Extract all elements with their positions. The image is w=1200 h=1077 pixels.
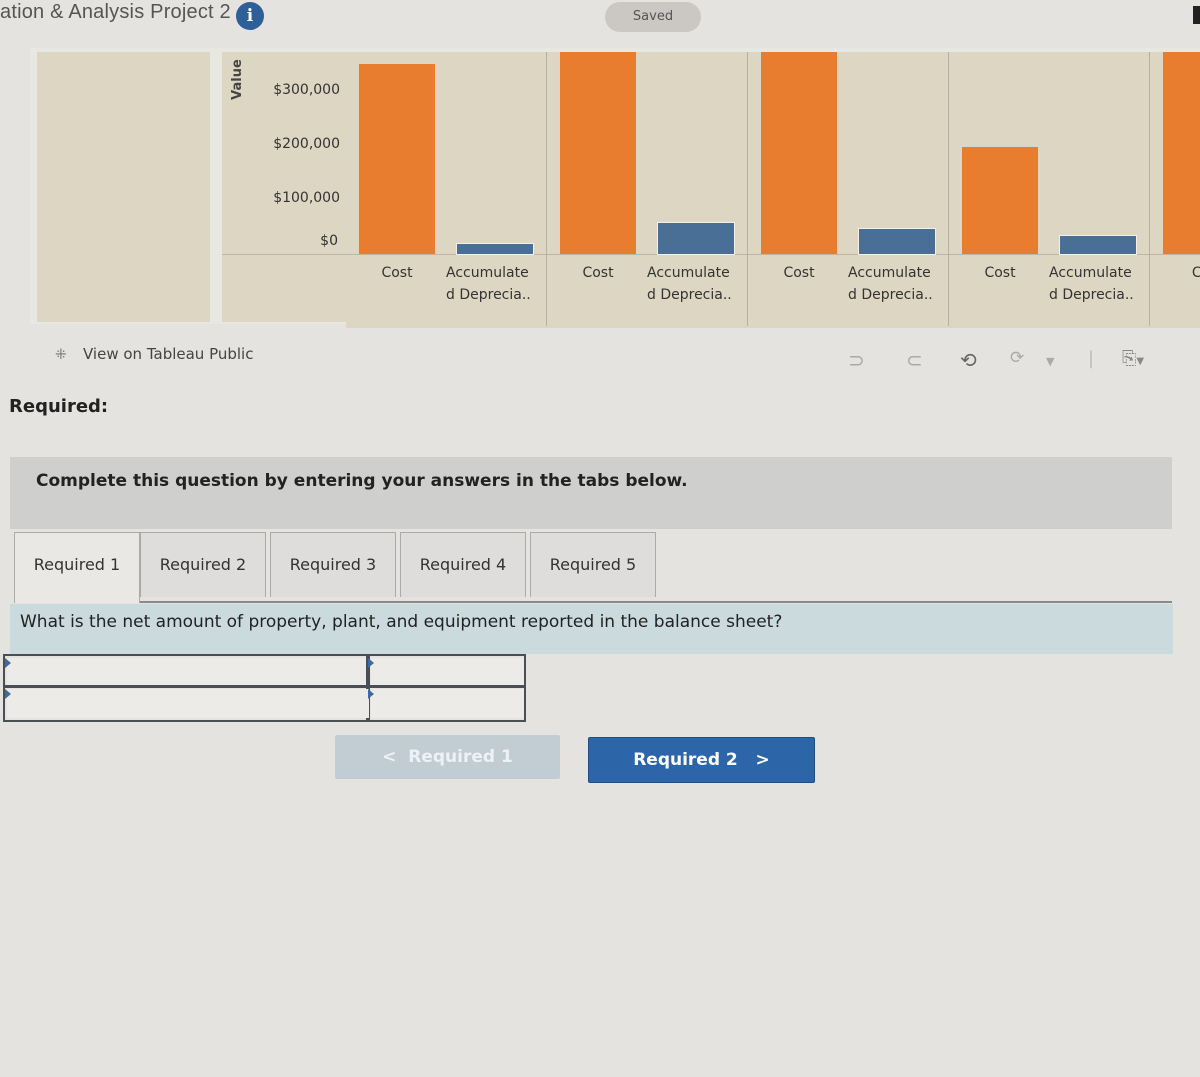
window-edge-mark <box>1193 6 1200 24</box>
baseline <box>222 254 1200 255</box>
x-tick-label: Co <box>1191 265 1200 281</box>
tab-required-4[interactable]: Required 4 <box>400 532 526 597</box>
question-banner: What is the net amount of property, plan… <box>10 604 1173 654</box>
y-tick-label: $0 <box>320 233 338 249</box>
redo-icon[interactable]: ⊂ <box>906 348 923 372</box>
bar-cost[interactable] <box>761 52 837 254</box>
x-tick-label: Cost <box>783 265 815 281</box>
y-axis-title: Value <box>229 59 245 100</box>
dropdown-marker-icon <box>368 658 374 668</box>
answer-table <box>3 654 526 722</box>
tab-required-5[interactable]: Required 5 <box>530 532 656 597</box>
x-tick-label: Cost <box>984 265 1016 281</box>
row-divider <box>5 685 524 688</box>
x-tick-label: Accumulate d Deprecia.. <box>446 265 531 303</box>
x-tick-label: Accumulate d Deprecia.. <box>647 265 732 303</box>
instructions-banner: Complete this question by entering your … <box>10 457 1172 529</box>
saved-badge: Saved <box>605 2 701 32</box>
answer-row-1-amount-input[interactable] <box>371 658 524 686</box>
header-bar: ation & Analysis Project 2 i Saved <box>0 0 1200 40</box>
answer-row-2-amount-input[interactable] <box>371 689 524 718</box>
panel-separator <box>1149 52 1150 326</box>
tableau-logo-icon: ⁜ <box>55 347 67 363</box>
bar-cost[interactable] <box>962 146 1038 254</box>
panel-separator <box>546 52 547 326</box>
undo-icon[interactable]: ⊃ <box>848 348 865 372</box>
bar-cost[interactable] <box>560 52 636 254</box>
y-tick-label: $300,000 <box>273 82 340 98</box>
view-on-tableau-link[interactable]: ⁜ View on Tableau Public <box>55 345 253 363</box>
next-required-button[interactable]: Required 2 > <box>588 737 815 783</box>
previous-required-button[interactable]: < Required 1 <box>335 735 560 779</box>
tab-required-2[interactable]: Required 2 <box>140 532 266 597</box>
x-tick-label: Accumulate d Deprecia.. <box>848 265 933 303</box>
x-tick-label: Accumulate d Deprecia.. <box>1049 265 1134 303</box>
tab-underline <box>140 601 1172 603</box>
bar-cost[interactable] <box>1163 52 1200 254</box>
x-tick-label: Cost <box>582 265 614 281</box>
tab-required-3[interactable]: Required 3 <box>270 532 396 597</box>
dropdown-marker-icon <box>5 689 11 699</box>
page-title: ation & Analysis Project 2 <box>0 1 231 23</box>
tab-required-1[interactable]: Required 1 <box>14 532 140 603</box>
bar-accumulated-depreciation[interactable] <box>457 244 533 254</box>
bar-accumulated-depreciation[interactable] <box>1060 235 1136 254</box>
x-tick-label: Cost <box>381 265 413 281</box>
dropdown-icon[interactable]: ▼ <box>1046 355 1054 368</box>
revert-icon[interactable]: ⟲ <box>960 348 977 372</box>
y-tick-label: $100,000 <box>273 190 340 206</box>
bar-accumulated-depreciation[interactable] <box>859 229 935 254</box>
dropdown-marker-icon <box>368 689 374 699</box>
share-icon[interactable]: ⎘▼ <box>1122 348 1144 369</box>
answer-row-2-label-input[interactable] <box>7 689 369 718</box>
bar-cost[interactable] <box>359 64 435 254</box>
chevron-right-icon: > <box>755 750 770 770</box>
refresh-icon[interactable]: ⟳ <box>1010 348 1024 368</box>
y-tick-label: $200,000 <box>273 136 340 152</box>
dropdown-marker-icon <box>5 658 11 668</box>
panel-separator <box>948 52 949 326</box>
info-icon[interactable]: i <box>236 2 264 30</box>
required-heading: Required: <box>9 396 109 417</box>
chart-blank-panel <box>37 52 210 322</box>
toolbar-divider: | <box>1088 348 1095 369</box>
answer-row-1-label-input[interactable] <box>7 658 369 686</box>
bar-accumulated-depreciation[interactable] <box>658 223 734 254</box>
chevron-left-icon: < <box>382 747 397 767</box>
panel-separator <box>747 52 748 326</box>
